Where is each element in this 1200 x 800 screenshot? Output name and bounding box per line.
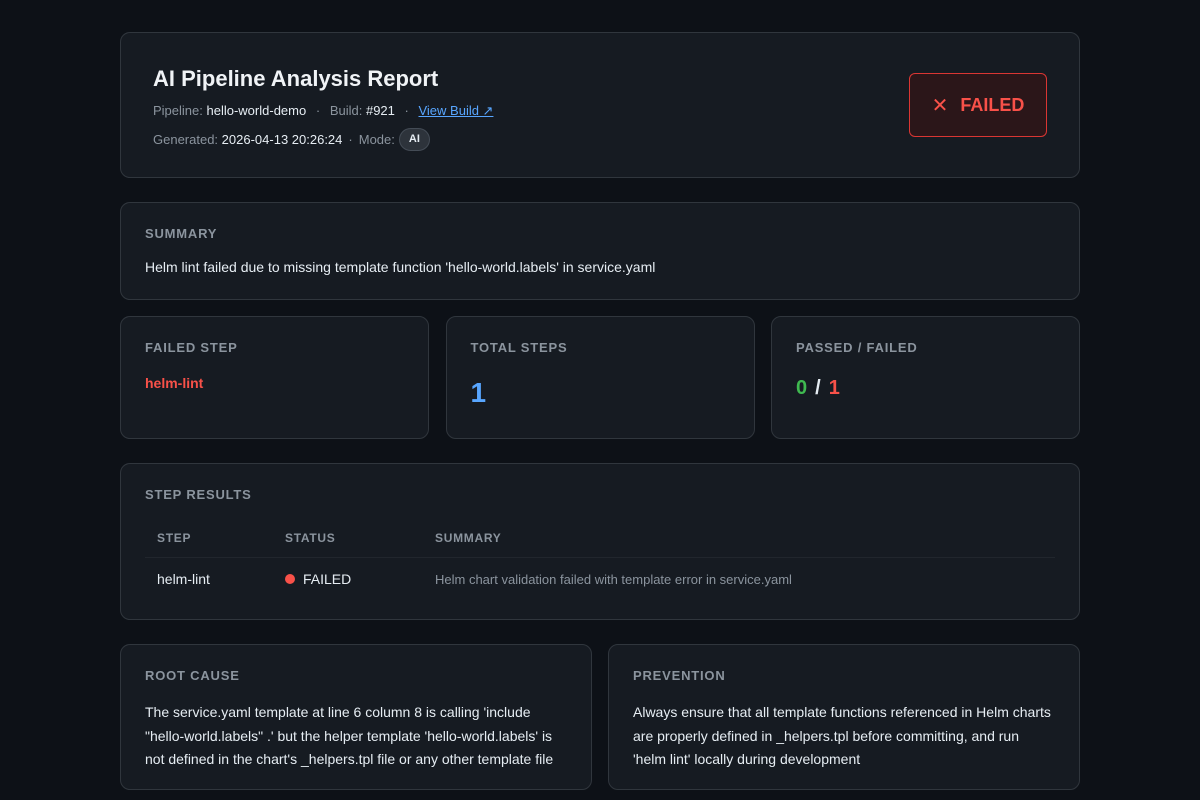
step-results-table: STEP STATUS SUMMARY helm-lint FAILED Hel…	[145, 523, 1055, 599]
table-row: helm-lint FAILED Helm chart validation f…	[145, 558, 1055, 600]
passed-failed-value: 0 / 1	[796, 377, 1055, 400]
passed-failed-card: PASSED / FAILED 0 / 1	[771, 316, 1080, 439]
passed-failed-label: PASSED / FAILED	[796, 340, 918, 355]
generated-label: Generated:	[153, 131, 219, 147]
failed-step-label: FAILED STEP	[145, 340, 238, 355]
root-cause-card: ROOT CAUSE The service.yaml template at …	[120, 644, 592, 790]
summary-label: SUMMARY	[145, 226, 218, 241]
step-summary: Helm chart validation failed with templa…	[435, 571, 792, 587]
view-build-link[interactable]: View Build ↗	[418, 103, 493, 118]
passed-failed-divider: /	[815, 377, 821, 399]
failed-step-value: helm-lint	[145, 375, 204, 391]
column-header-step: STEP	[145, 523, 273, 558]
status-dot-icon	[285, 574, 295, 585]
total-steps-value: 1	[470, 377, 487, 408]
passed-count: 0	[796, 377, 808, 399]
mode-label: Mode:	[358, 131, 395, 147]
separator: ·	[348, 131, 353, 147]
step-results-card: STEP RESULTS STEP STATUS SUMMARY helm-li…	[120, 463, 1080, 620]
prevention-label: PREVENTION	[633, 668, 726, 683]
mode-badge: AI	[398, 128, 430, 151]
pipeline-value: hello-world-demo	[206, 103, 307, 118]
failed-step-card: FAILED STEP helm-lint	[120, 316, 429, 439]
root-cause-label: ROOT CAUSE	[145, 668, 240, 683]
analysis-row: ROOT CAUSE The service.yaml template at …	[120, 644, 1080, 790]
failed-count: 1	[828, 377, 840, 399]
root-cause-text: The service.yaml template at line 6 colu…	[145, 704, 554, 767]
pipeline-label: Pipeline:	[153, 103, 203, 118]
total-steps-card: TOTAL STEPS 1	[445, 316, 755, 439]
summary-text: Helm lint failed due to missing template…	[145, 259, 656, 275]
status-label: FAILED	[960, 94, 1025, 115]
stats-row: FAILED STEP helm-lint TOTAL STEPS 1 PASS…	[120, 316, 1080, 439]
total-steps-label: TOTAL STEPS	[470, 340, 568, 355]
generated-value: 2026-04-13 20:26:24	[221, 131, 343, 147]
separator: ·	[404, 103, 409, 118]
table-header-row: STEP STATUS SUMMARY	[145, 523, 1055, 558]
step-status: FAILED	[273, 558, 423, 600]
report-header: AI Pipeline Analysis Report Pipeline: he…	[120, 32, 1080, 178]
build-value: #921	[365, 103, 395, 118]
status-badge: ✕ FAILED	[909, 73, 1047, 137]
prevention-text: Always ensure that all template function…	[633, 704, 1051, 767]
column-header-status: STATUS	[273, 523, 423, 558]
column-header-summary: SUMMARY	[423, 523, 1055, 558]
report-container: AI Pipeline Analysis Report Pipeline: he…	[120, 32, 1080, 790]
prevention-card: PREVENTION Always ensure that all templa…	[608, 644, 1080, 790]
summary-card: SUMMARY Helm lint failed due to missing …	[120, 202, 1080, 300]
step-status-label: FAILED	[303, 571, 352, 587]
step-name: helm-lint	[157, 571, 210, 587]
separator: ·	[315, 103, 321, 118]
build-label: Build:	[329, 103, 363, 118]
close-icon: ✕	[931, 94, 949, 117]
step-results-label: STEP RESULTS	[145, 487, 252, 502]
